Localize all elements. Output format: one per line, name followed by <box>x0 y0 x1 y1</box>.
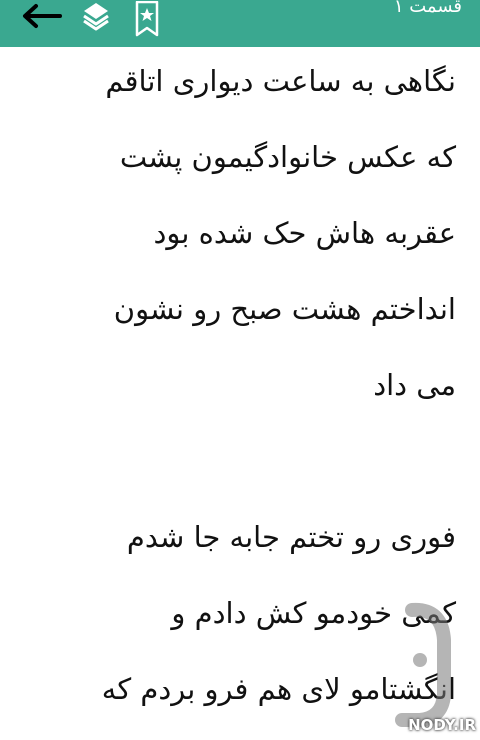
text-line: انداختم هشت صبح رو نشون <box>113 292 456 326</box>
watermark-text: NODY.IR <box>408 716 476 734</box>
back-button[interactable] <box>12 0 68 32</box>
bookmark-button[interactable] <box>130 0 164 38</box>
paragraph: نگاهی به ساعت دیواری اتاقم که عکس خانواد… <box>16 47 456 423</box>
text-line: عقربه هاش حک شده بود <box>153 216 456 250</box>
text-line: نگاهی به ساعت دیواری اتاقم <box>105 64 456 98</box>
arrow-left-icon <box>23 4 62 28</box>
text-line: که عکس خانوادگیمون پشت <box>119 140 456 174</box>
text-line: می داد <box>373 368 456 402</box>
text-line: فوری رو تختم جابه جا شدم <box>126 520 456 554</box>
bookmark-star-icon <box>135 1 159 37</box>
chapter-title: قسمت ۱ <box>393 0 462 17</box>
layers-button[interactable] <box>80 0 112 32</box>
site-watermark: NODY.IR <box>382 600 480 740</box>
layers-icon <box>83 3 109 31</box>
app-toolbar: قسمت ۱ <box>0 0 480 47</box>
